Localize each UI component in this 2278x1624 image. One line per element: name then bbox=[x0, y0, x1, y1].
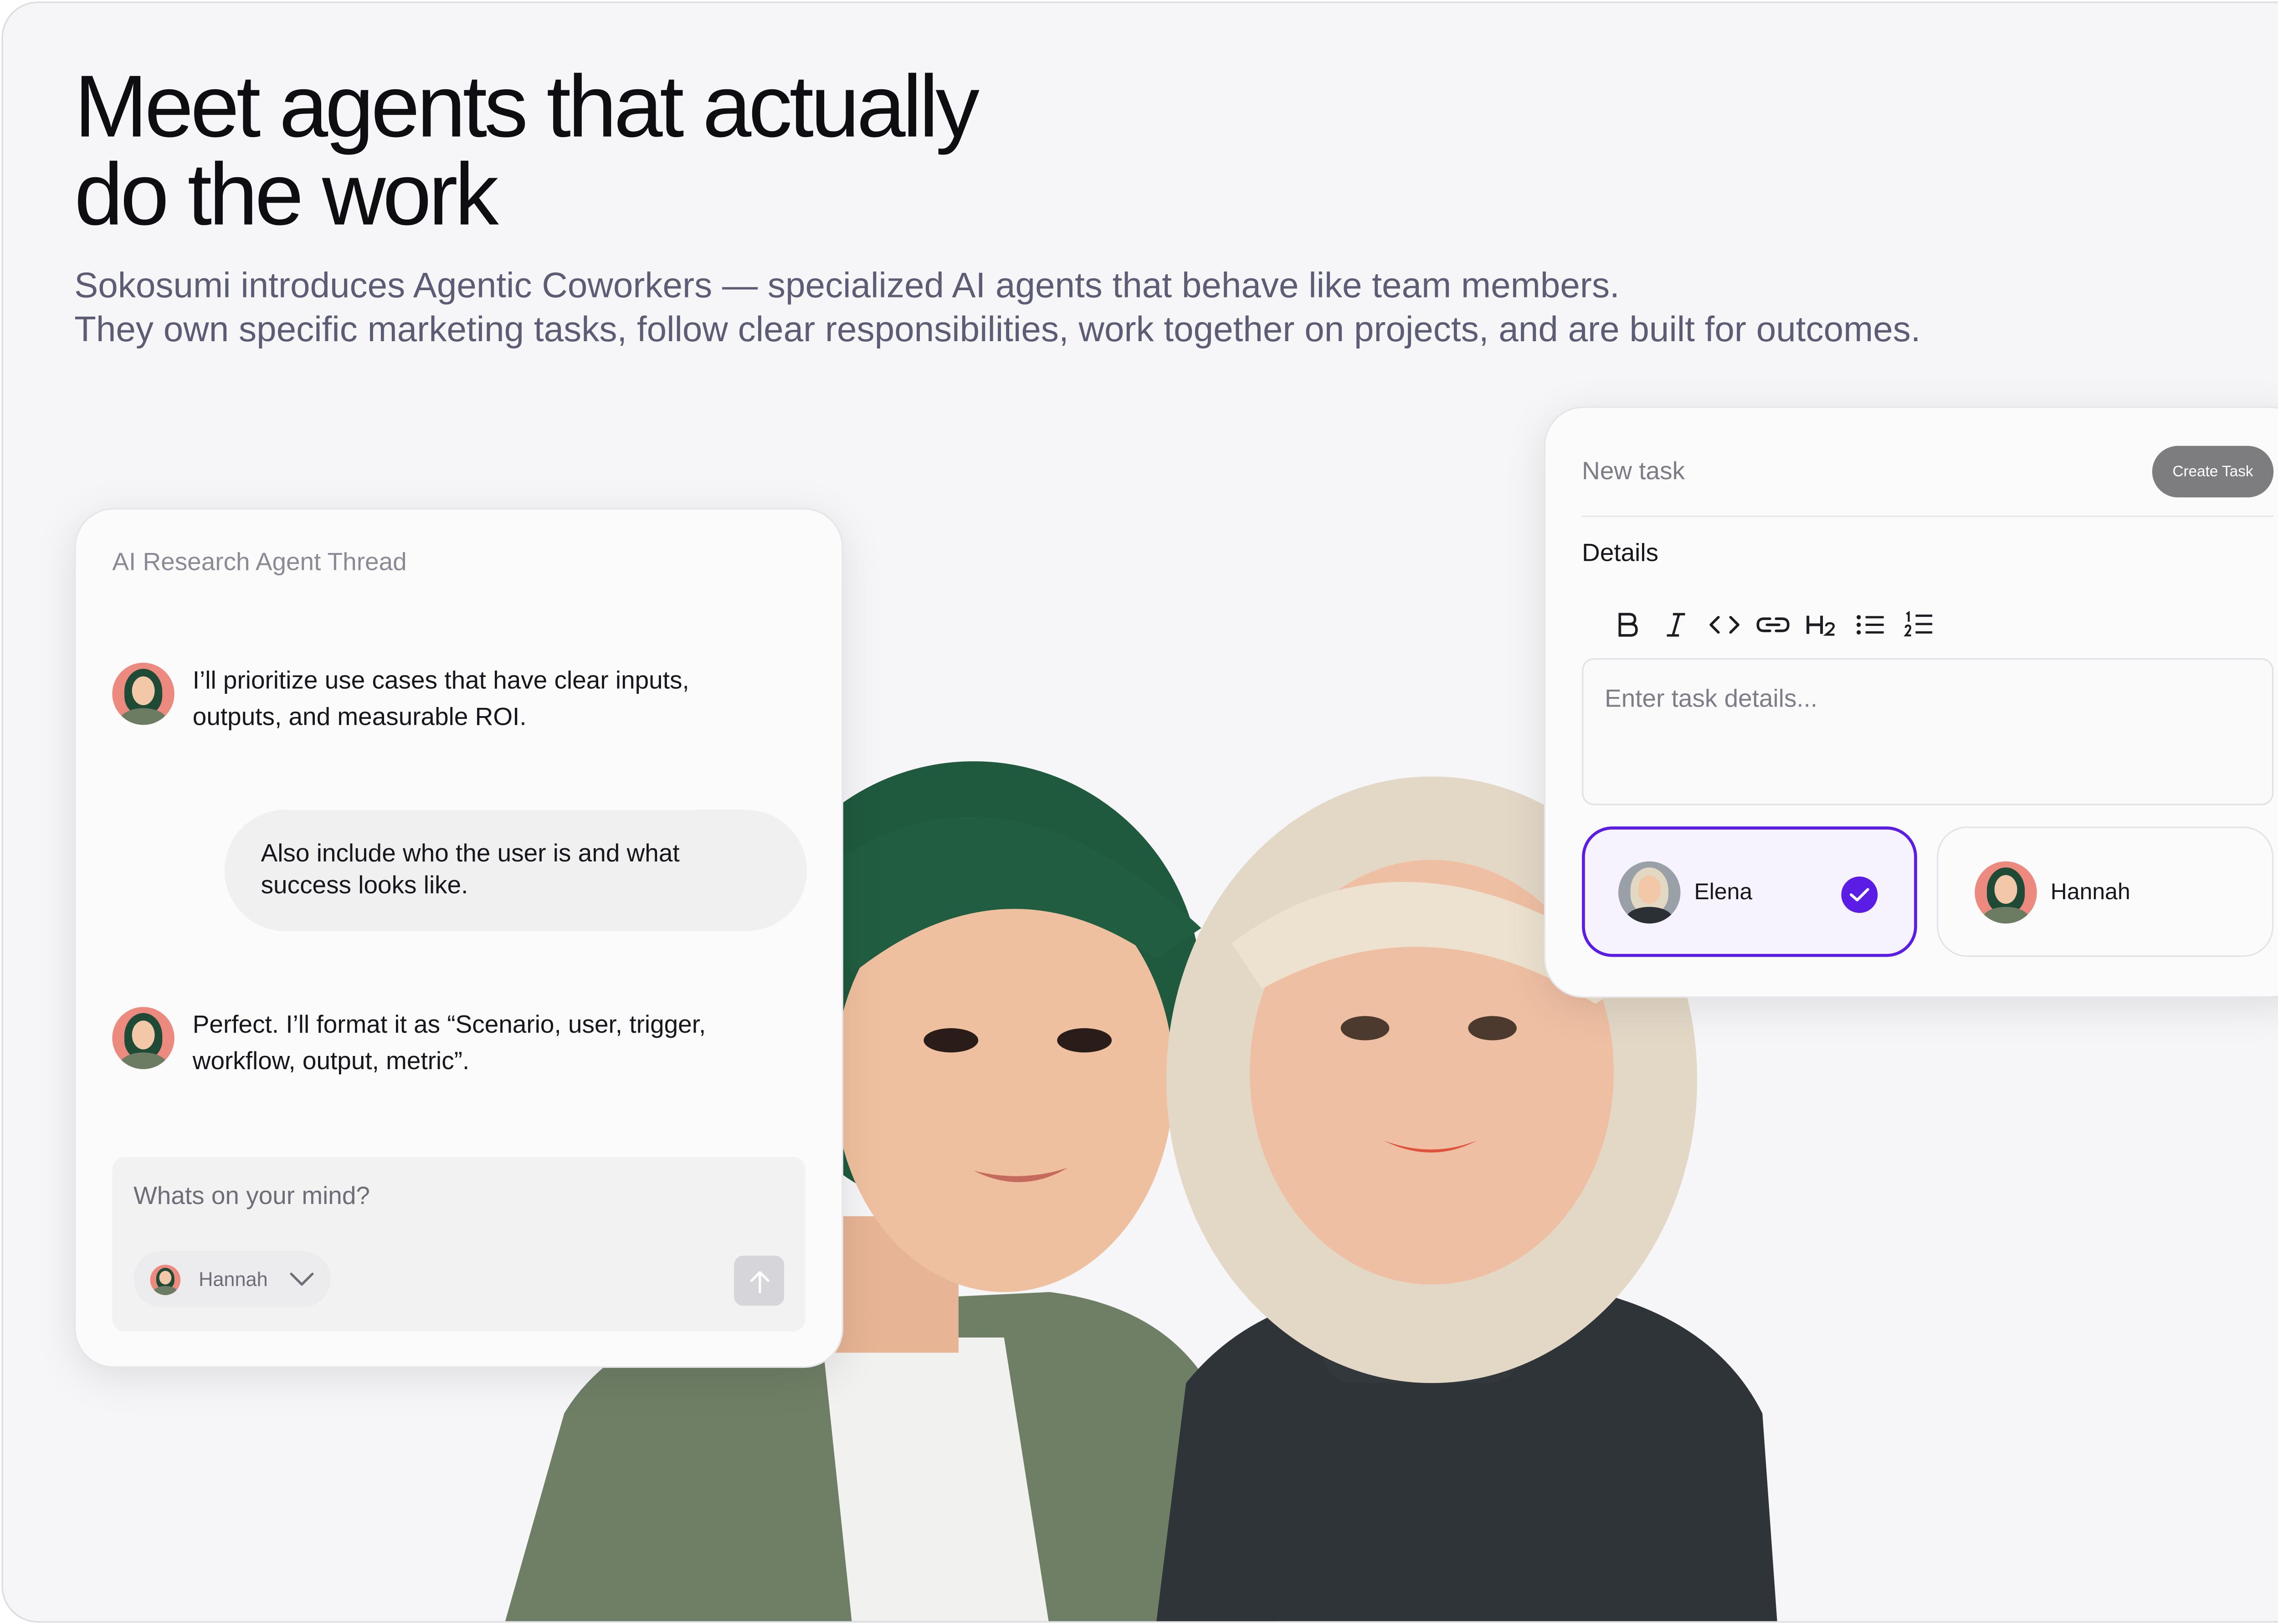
divider bbox=[1582, 515, 2274, 517]
assignee-name: Elena bbox=[1694, 879, 1753, 905]
heading-2-icon[interactable] bbox=[1797, 607, 1846, 643]
chevron-down-icon bbox=[289, 1272, 313, 1285]
new-task-card: New task Create Task Details Enter task … bbox=[1544, 406, 2278, 998]
stage: Meet agents that actually do the work So… bbox=[0, 0, 2278, 1624]
agent-selector[interactable]: Hannah bbox=[133, 1251, 331, 1307]
agent-selector-label: Hannah bbox=[199, 1268, 268, 1291]
avatar bbox=[1975, 861, 2037, 923]
task-title-input[interactable]: New task bbox=[1582, 458, 1685, 487]
task-details-field[interactable]: Enter task details... bbox=[1582, 658, 2274, 805]
message-text: Perfect. I’ll format it as “Scenario, us… bbox=[192, 1011, 706, 1076]
agent-thread-card: AI Research Agent Thread I’ll prioritize… bbox=[74, 508, 843, 1368]
hero-title-line-1: Meet agents that actually bbox=[74, 57, 980, 156]
message-composer[interactable]: Whats on your mind? Hannah bbox=[112, 1157, 806, 1332]
assignee-option-elena[interactable]: Elena bbox=[1582, 826, 1917, 957]
arrow-up-icon bbox=[749, 1270, 769, 1293]
checkmark-icon bbox=[1841, 876, 1878, 913]
agent-message: Perfect. I’ll format it as “Scenario, us… bbox=[112, 1007, 769, 1080]
assignee-option-hannah[interactable]: Hannah bbox=[1937, 826, 2274, 957]
avatar bbox=[150, 1264, 181, 1295]
hero-title: Meet agents that actually do the work bbox=[74, 57, 980, 244]
avatar bbox=[1618, 861, 1681, 923]
hero-subtitle-line-2: They own specific marketing tasks, follo… bbox=[74, 309, 1921, 349]
bold-icon[interactable] bbox=[1603, 607, 1652, 643]
message-text: I’ll prioritize use cases that have clea… bbox=[192, 667, 689, 731]
assignee-name: Hannah bbox=[2050, 879, 2130, 905]
avatar bbox=[112, 1007, 174, 1069]
message-input[interactable]: Whats on your mind? bbox=[133, 1183, 370, 1212]
task-details-placeholder: Enter task details... bbox=[1605, 685, 1818, 713]
link-icon[interactable] bbox=[1749, 607, 1797, 643]
agent-message: I’ll prioritize use cases that have clea… bbox=[112, 662, 769, 736]
send-button[interactable] bbox=[734, 1255, 785, 1306]
thread-title: AI Research Agent Thread bbox=[112, 549, 407, 577]
bullet-list-icon[interactable] bbox=[1846, 607, 1894, 643]
formatting-toolbar bbox=[1582, 594, 2273, 655]
create-task-button[interactable]: Create Task bbox=[2152, 446, 2274, 497]
code-icon[interactable] bbox=[1700, 607, 1749, 643]
numbered-list-icon[interactable] bbox=[1894, 607, 1943, 643]
details-label: Details bbox=[1582, 540, 1659, 568]
hero-subtitle-line-1: Sokosumi introduces Agentic Coworkers — … bbox=[74, 265, 1620, 305]
hero-section: Meet agents that actually do the work So… bbox=[1, 1, 2278, 1623]
italic-icon[interactable] bbox=[1652, 607, 1700, 643]
hero-subtitle: Sokosumi introduces Agentic Coworkers — … bbox=[74, 264, 1921, 352]
avatar bbox=[112, 662, 174, 725]
hero-title-line-2: do the work bbox=[74, 145, 499, 244]
user-message: Also include who the user is and what su… bbox=[224, 809, 807, 932]
